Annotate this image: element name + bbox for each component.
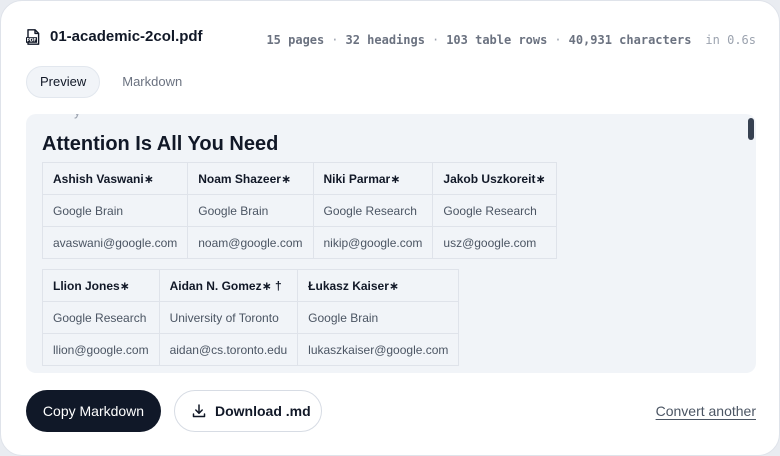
view-tabs: Preview Markdown [26,66,196,98]
stat-characters: 40,931 characters [568,33,692,47]
stat-table-rows: 103 table rows [446,33,548,47]
authors-table-2: Llion Jones∗ Aidan N. Gomez∗ † Łukasz Ka… [42,269,460,366]
table-row: Llion Jones∗ Aidan N. Gomez∗ † Łukasz Ka… [42,269,460,302]
tab-preview[interactable]: Preview [26,66,101,98]
table-cell: avaswani@google.com [41,226,189,259]
table-row: Google Brain Google Brain Google Researc… [41,194,557,227]
table-cell: aidan@cs.toronto.edu [158,333,299,366]
preview-pane[interactable]: y Attention Is All You Need Ashish Vaswa… [26,114,756,373]
stat-separator: · [431,33,440,47]
table-cell: lukaszkaiser@google.com [297,333,460,366]
stat-headings: 32 headings [345,33,425,47]
stat-separator: · [554,33,562,47]
table-cell: llion@google.com [42,333,160,366]
stat-separator: · [331,33,339,47]
table-cell: Google Research [432,194,557,227]
table-cell: Noam Shazeer∗ [187,162,314,195]
result-card: PDF 01-academic-2col.pdf 15 pages · 32 hea… [0,0,780,456]
table-cell: noam@google.com [187,226,314,259]
download-md-label: Download .md [215,403,311,419]
table-cell: Google Brain [187,194,314,227]
table-cell: Łukasz Kaiser∗ [297,269,460,302]
convert-another-link[interactable]: Convert another [656,403,756,419]
table-cell: Aidan N. Gomez∗ † [158,269,299,302]
table-row: llion@google.com aidan@cs.toronto.edu lu… [42,333,460,366]
table-cell: Ashish Vaswani∗ [41,162,189,195]
table-cell: University of Toronto [158,301,299,334]
table-cell: Niki Parmar∗ [312,162,434,195]
stat-pages: 15 pages [266,33,325,47]
table-cell: usz@google.com [432,226,557,259]
pdf-file-icon: PDF [26,29,40,45]
table-row: Ashish Vaswani∗ Noam Shazeer∗ Niki Parma… [41,162,557,195]
authors-table-1: Ashish Vaswani∗ Noam Shazeer∗ Niki Parma… [41,162,557,259]
file-stats: 15 pages · 32 headings · 103 table rows · 40,9… [266,33,756,47]
table-row: Google Research University of Toronto Go… [42,301,460,334]
tab-markdown[interactable]: Markdown [108,66,196,98]
svg-text:PDF: PDF [27,38,37,44]
clipped-text-fragment: y [74,114,81,119]
preview-scrollbar[interactable] [748,118,754,140]
table-cell: Google Brain [297,301,460,334]
action-bar: Copy Markdown Download .md Convert anoth… [26,390,756,432]
table-cell: Google Brain [41,194,189,227]
table-cell: Llion Jones∗ [42,269,160,302]
copy-markdown-button[interactable]: Copy Markdown [26,390,161,432]
table-cell: Google Research [312,194,434,227]
table-row: avaswani@google.com noam@google.com niki… [41,226,557,259]
file-name: 01-academic-2col.pdf [50,28,203,45]
table-cell: nikip@google.com [312,226,434,259]
table-cell: Google Research [42,301,160,334]
stat-time: in 0.6s [705,33,756,47]
document-title: Attention Is All You Need [42,133,279,155]
table-cell: Jakob Uszkoreit∗ [432,162,557,195]
download-md-button[interactable]: Download .md [174,390,322,432]
file-info: PDF 01-academic-2col.pdf 15 pages · 32 hea… [26,27,756,49]
download-icon [192,404,206,418]
